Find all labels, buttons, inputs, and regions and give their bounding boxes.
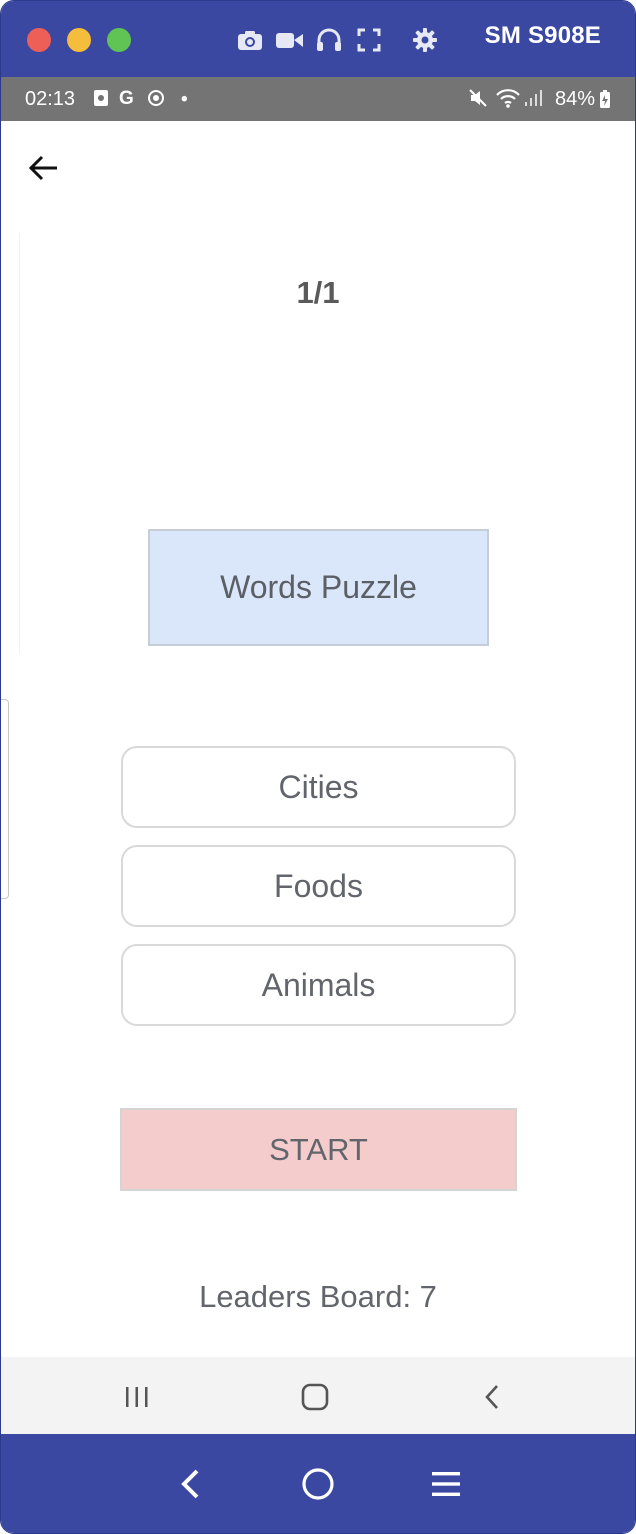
- start-button[interactable]: START: [120, 1108, 517, 1191]
- wifi-icon: [495, 87, 521, 115]
- screen-record-icon: [93, 89, 109, 113]
- category-button-animals[interactable]: Animals: [121, 944, 516, 1026]
- battery-level: 84%: [554, 88, 595, 110]
- back-icon[interactable]: [171, 1464, 211, 1504]
- close-window-button[interactable]: [27, 28, 51, 52]
- emulator-window: SM S908E 02:13 G • 84% 1/1 Words Puzzle …: [0, 0, 636, 1534]
- status-time: 02:13: [25, 88, 76, 110]
- emulator-bottom-bar: [1, 1434, 635, 1533]
- settings-icon[interactable]: [410, 25, 440, 55]
- category-button-cities[interactable]: Cities: [121, 746, 516, 828]
- device-name: SM S908E: [484, 22, 601, 49]
- leaders-board-link[interactable]: Leaders Board: 7: [1, 1279, 635, 1315]
- dot-icon: •: [181, 89, 188, 110]
- home-icon[interactable]: [295, 1377, 335, 1417]
- signal-icon: [523, 87, 543, 115]
- mute-icon: [467, 87, 489, 115]
- location-target-icon: [147, 89, 165, 113]
- android-nav-bar: [1, 1357, 635, 1434]
- video-icon[interactable]: [274, 25, 304, 55]
- camera-icon[interactable]: [235, 25, 265, 55]
- fullscreen-icon[interactable]: [354, 25, 384, 55]
- recents-icon[interactable]: [117, 1377, 157, 1417]
- game-title: Words Puzzle: [148, 529, 489, 646]
- category-button-foods[interactable]: Foods: [121, 845, 516, 927]
- progress-counter: 1/1: [296, 275, 340, 310]
- back-icon[interactable]: [473, 1377, 513, 1417]
- back-arrow-icon[interactable]: [25, 149, 63, 187]
- menu-icon[interactable]: [426, 1464, 466, 1504]
- side-panel-handle[interactable]: [1, 699, 9, 899]
- minimize-window-button[interactable]: [67, 28, 91, 52]
- headphones-icon[interactable]: [314, 25, 344, 55]
- battery-charging-icon: [599, 89, 611, 115]
- emulator-toolbar: SM S908E: [1, 1, 635, 77]
- home-icon[interactable]: [298, 1464, 338, 1504]
- status-bar: 02:13 G • 84%: [1, 77, 635, 121]
- google-icon: G: [119, 88, 134, 109]
- maximize-window-button[interactable]: [107, 28, 131, 52]
